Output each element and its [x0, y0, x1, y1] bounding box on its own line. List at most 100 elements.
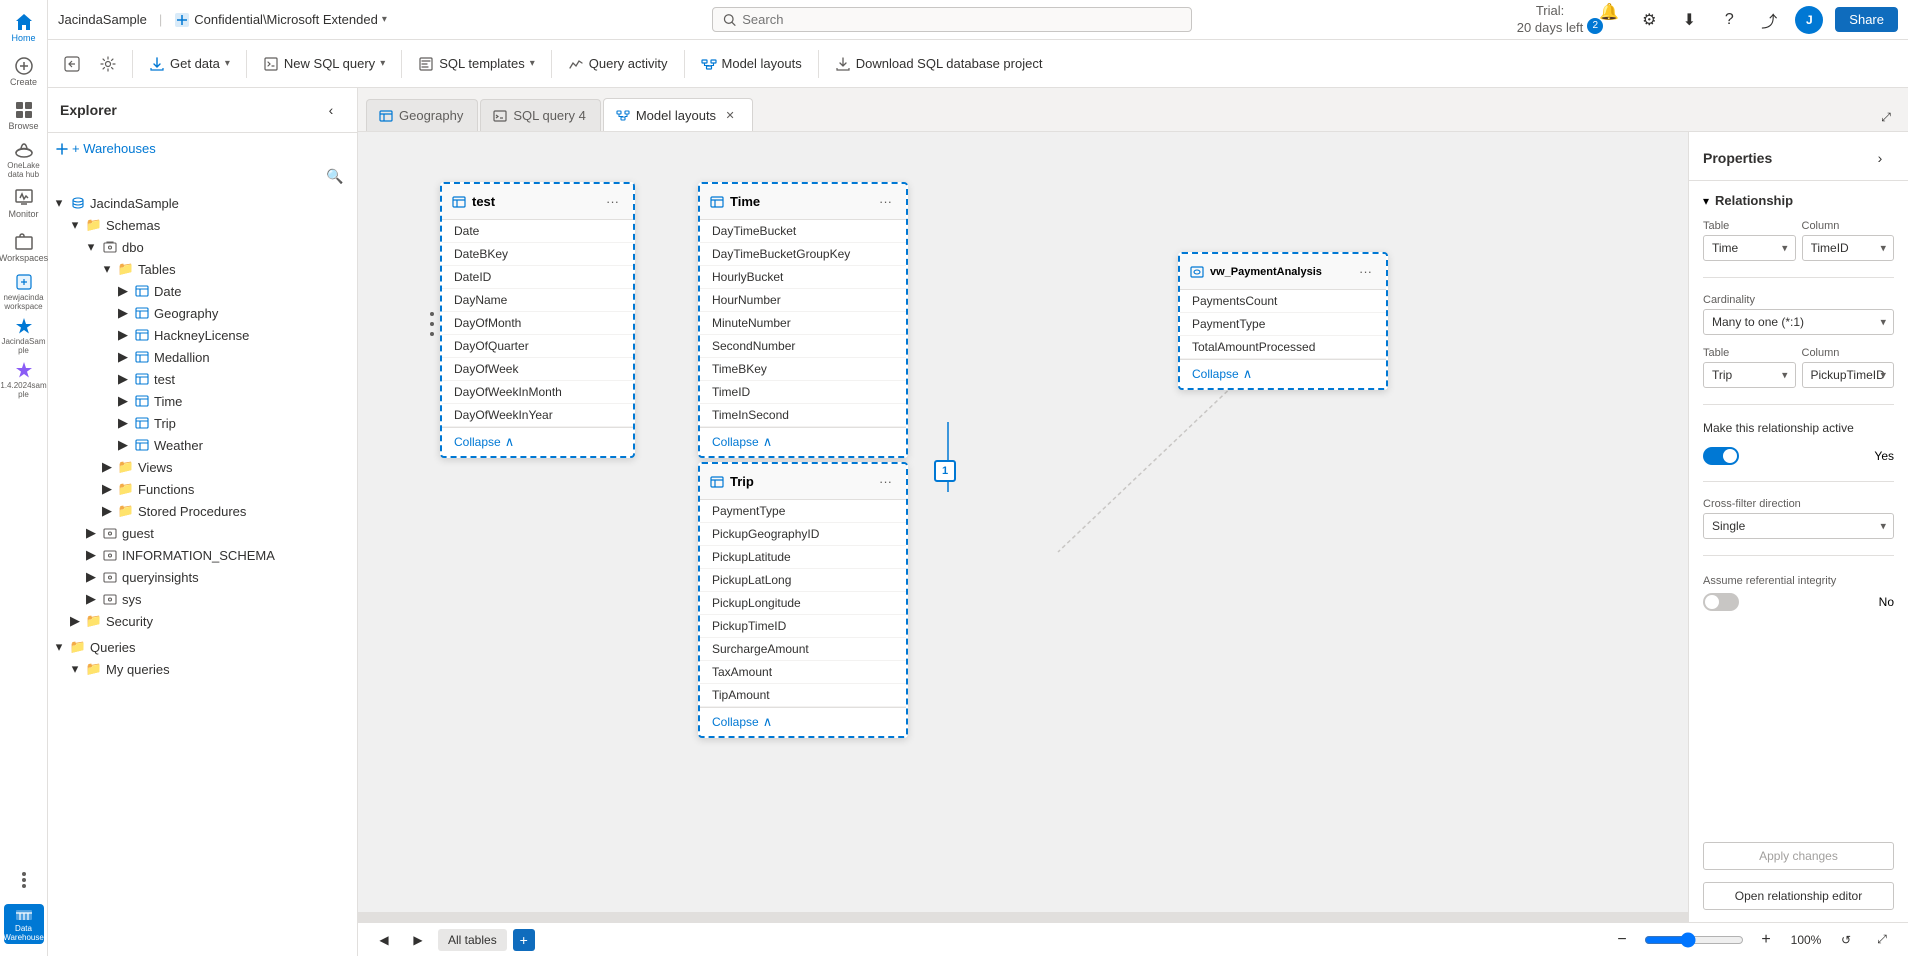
download-btn[interactable]: ⬇	[1675, 6, 1703, 34]
tree-item-medallion[interactable]: ▶ Medallion	[48, 346, 357, 368]
page-nav-left-btn[interactable]: ◀	[370, 926, 398, 954]
properties-collapse-btn[interactable]: ›	[1866, 144, 1894, 172]
tree-item-security[interactable]: ▶ 📁 Security	[48, 610, 357, 632]
tree-item-tables[interactable]: ▾ 📁 Tables	[48, 258, 357, 280]
bottom-tab-all-tables[interactable]: All tables	[438, 929, 507, 951]
table-select[interactable]: Time	[1703, 235, 1796, 261]
tree-item-stored-procs[interactable]: ▶ 📁 Stored Procedures	[48, 500, 357, 522]
ribbon-get-data-btn[interactable]: Get data ▾	[141, 51, 238, 77]
tree-item-dbo[interactable]: ▾ dbo	[48, 236, 357, 258]
add-warehouses-btn[interactable]: + Warehouses	[48, 137, 164, 160]
table-test-collapse[interactable]: Collapse ∧	[442, 427, 633, 456]
tree-item-myqueries[interactable]: ▾ 📁 My queries	[48, 658, 357, 680]
expand-myqueries[interactable]: ▾	[68, 662, 82, 676]
search-box[interactable]	[712, 7, 1192, 32]
nav-item-datawarehouse[interactable]: Data Warehouse	[4, 904, 44, 944]
table-trip-collapse[interactable]: Collapse ∧	[700, 707, 906, 736]
tree-item-test[interactable]: ▶ test	[48, 368, 357, 390]
table-test-menu[interactable]: ···	[602, 192, 623, 211]
table-test-context-btn[interactable]	[426, 304, 438, 347]
expand-security[interactable]: ▶	[68, 614, 82, 628]
nav-item-v1[interactable]: 1.4.2024sam ple	[4, 360, 44, 400]
expand-queryinsights[interactable]: ▶	[84, 570, 98, 584]
user-avatar[interactable]: J	[1795, 6, 1823, 34]
share-button[interactable]: Share	[1835, 7, 1898, 32]
tree-item-schemas[interactable]: ▾ 📁 Schemas	[48, 214, 357, 236]
zoom-reset-btn[interactable]: ↺	[1832, 926, 1860, 954]
open-relationship-editor-btn[interactable]: Open relationship editor	[1703, 882, 1894, 910]
table-time-menu[interactable]: ···	[875, 192, 896, 211]
nav-item-newjacinda[interactable]: newjacinda workspace	[4, 272, 44, 312]
nav-item-dots[interactable]	[4, 860, 44, 900]
bottom-add-tab-btn[interactable]: +	[513, 929, 535, 951]
tree-item-sys[interactable]: ▶ sys	[48, 588, 357, 610]
tree-item-functions[interactable]: ▶ 📁 Functions	[48, 478, 357, 500]
ribbon-query-activity-btn[interactable]: Query activity	[560, 51, 676, 77]
canvas-scrollbar[interactable]	[358, 912, 1688, 922]
tree-item-queries[interactable]: ▾ 📁 Queries	[48, 636, 357, 658]
active-toggle[interactable]	[1703, 447, 1739, 465]
tree-item-hackney[interactable]: ▶ HackneyLicense	[48, 324, 357, 346]
explorer-search-btn[interactable]: 🔍	[321, 162, 349, 190]
tree-item-jacinda[interactable]: ▾ JacindaSample	[48, 192, 357, 214]
nav-item-monitor[interactable]: Monitor	[4, 184, 44, 224]
workspace-caret[interactable]: ▾	[382, 14, 387, 25]
expand-tables[interactable]: ▾	[100, 262, 114, 276]
collapse-explorer-btn[interactable]: ‹	[317, 96, 345, 124]
table-vwpayment-menu[interactable]: ···	[1355, 262, 1376, 281]
tree-item-time[interactable]: ▶ Time	[48, 390, 357, 412]
expand-views[interactable]: ▶	[100, 460, 114, 474]
tree-item-guest[interactable]: ▶ guest	[48, 522, 357, 544]
table-trip-menu[interactable]: ···	[875, 472, 896, 491]
expand-medallion[interactable]: ▶	[116, 350, 130, 364]
search-input[interactable]	[742, 12, 1181, 27]
expand-schemas[interactable]: ▾	[68, 218, 82, 232]
cardinality-select[interactable]: Many to one (*:1)	[1703, 309, 1894, 335]
cross-filter-select[interactable]: Single	[1703, 513, 1894, 539]
nav-item-workspaces[interactable]: Workspaces	[4, 228, 44, 268]
table-time-collapse[interactable]: Collapse ∧	[700, 427, 906, 456]
ribbon-download-btn[interactable]: Download SQL database project	[827, 51, 1051, 77]
zoom-slider[interactable]	[1644, 932, 1744, 948]
table2-select[interactable]: Trip	[1703, 362, 1796, 388]
tab-sql-query-4[interactable]: SQL query 4	[480, 99, 601, 131]
expand-dbo[interactable]: ▾	[84, 240, 98, 254]
nav-item-create[interactable]: Create	[4, 52, 44, 92]
tree-item-queryinsights[interactable]: ▶ queryinsights	[48, 566, 357, 588]
ribbon-settings-btn[interactable]	[92, 51, 124, 77]
tab-fullscreen-btn[interactable]: ⤢	[1872, 103, 1900, 131]
expand-stored-procs[interactable]: ▶	[100, 504, 114, 518]
expand-date[interactable]: ▶	[116, 284, 130, 298]
ribbon-sql-templates-btn[interactable]: SQL templates ▾	[410, 51, 543, 77]
expand-jacinda[interactable]: ▾	[52, 196, 66, 210]
expand-queries[interactable]: ▾	[52, 640, 66, 654]
nav-item-home[interactable]: Home	[4, 8, 44, 48]
expand-functions[interactable]: ▶	[100, 482, 114, 496]
tree-item-date[interactable]: ▶ Date	[48, 280, 357, 302]
expand-geography[interactable]: ▶	[116, 306, 130, 320]
expand-test[interactable]: ▶	[116, 372, 130, 386]
page-nav-right-btn[interactable]: ▶	[404, 926, 432, 954]
apply-changes-btn[interactable]: Apply changes	[1703, 842, 1894, 870]
expand-trip[interactable]: ▶	[116, 416, 130, 430]
column2-select[interactable]: PickupTimeID	[1802, 362, 1895, 388]
referential-toggle[interactable]	[1703, 593, 1739, 611]
ribbon-back-btn[interactable]	[56, 51, 88, 77]
expand-infschema[interactable]: ▶	[84, 548, 98, 562]
tab-model-layouts[interactable]: Model layouts ✕	[603, 98, 753, 131]
nav-item-jacinda[interactable]: JacindaSam ple	[4, 316, 44, 356]
tab-geography[interactable]: Geography	[366, 99, 478, 131]
collapse-icon[interactable]: ▾	[1703, 194, 1709, 208]
workspace-indicator[interactable]: Confidential\Microsoft Extended ▾	[174, 12, 387, 28]
expand-hackney[interactable]: ▶	[116, 328, 130, 342]
expand-sys[interactable]: ▶	[84, 592, 98, 606]
tab-close-model[interactable]: ✕	[722, 107, 738, 123]
zoom-out-btn[interactable]: −	[1608, 926, 1636, 954]
nav-item-onelake[interactable]: OneLake data hub	[4, 140, 44, 180]
tree-item-infschema[interactable]: ▶ INFORMATION_SCHEMA	[48, 544, 357, 566]
nav-item-browse[interactable]: Browse	[4, 96, 44, 136]
tree-item-geography[interactable]: ▶ Geography	[48, 302, 357, 324]
expand-time[interactable]: ▶	[116, 394, 130, 408]
share-external-btn[interactable]: ⤴	[1755, 6, 1783, 34]
tree-item-views[interactable]: ▶ 📁 Views	[48, 456, 357, 478]
